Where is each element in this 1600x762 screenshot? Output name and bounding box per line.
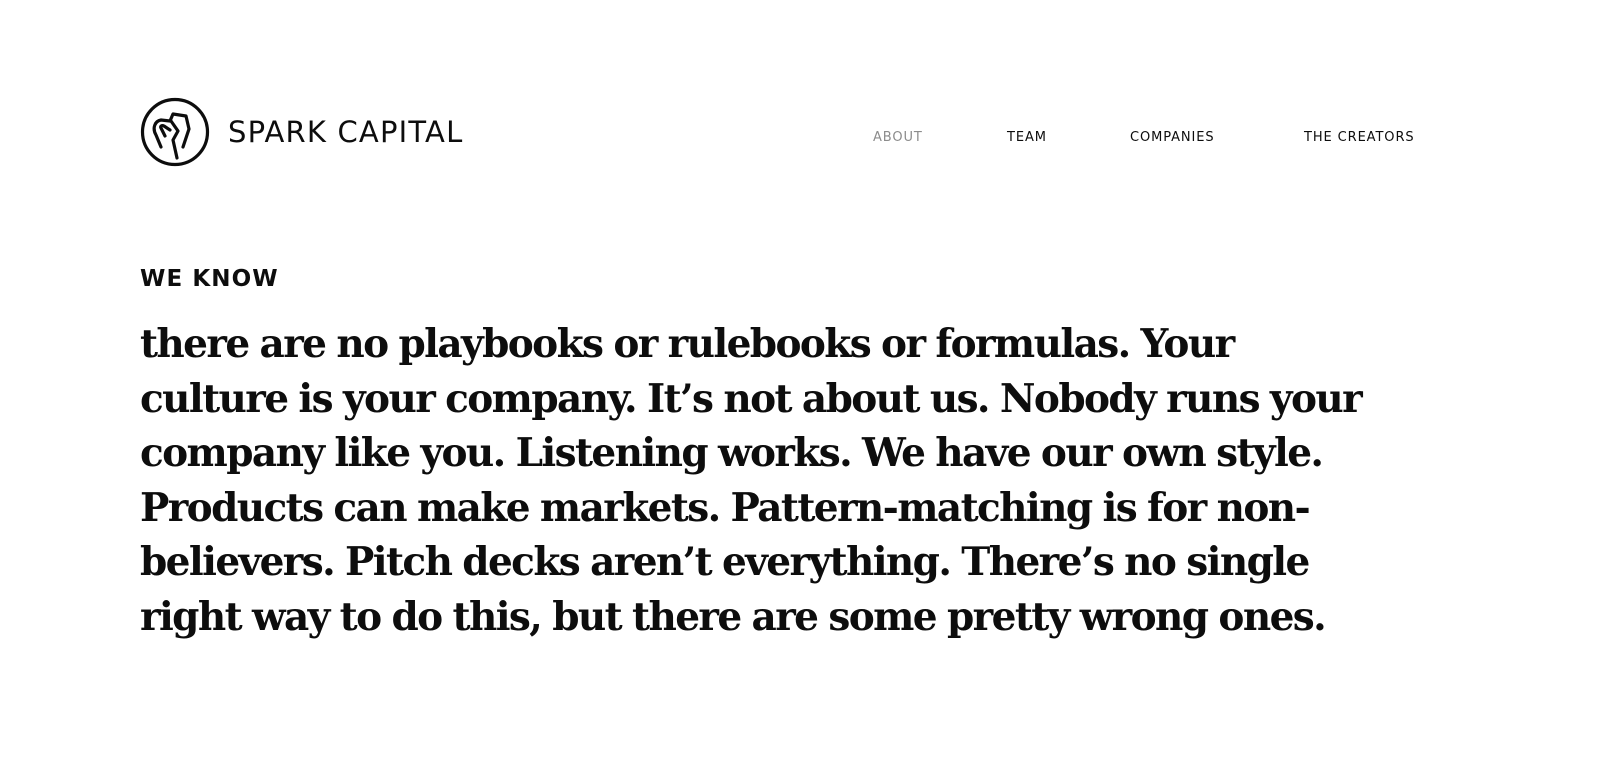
manifesto-line: there are no playbooks or rulebooks or f… [140, 321, 1235, 367]
main-nav: ABOUT TEAM COMPANIES THE CREATORS [0, 130, 1600, 150]
site-header: SPARK CAPITAL ABOUT TEAM COMPANIES THE C… [0, 0, 1600, 200]
manifesto-line: Products can make markets. Pattern-match… [140, 484, 1311, 531]
manifesto-line: right way to do this, but there are some… [140, 593, 1327, 640]
manifesto-line: company like you. Listening works. We ha… [140, 430, 1324, 476]
nav-link-about[interactable]: ABOUT [873, 130, 923, 146]
section-eyebrow: WE KNOW [140, 266, 279, 292]
nav-link-companies[interactable]: COMPANIES [1130, 130, 1215, 146]
manifesto-statement: there are no playbooks or rulebooks or f… [140, 317, 1440, 644]
manifesto-line: culture is your company. It’s not about … [140, 375, 1363, 422]
nav-link-the-creators[interactable]: THE CREATORS [1304, 130, 1415, 146]
nav-link-team[interactable]: TEAM [1007, 130, 1047, 146]
manifesto-line: believers. Pitch decks aren’t everything… [140, 539, 1310, 585]
